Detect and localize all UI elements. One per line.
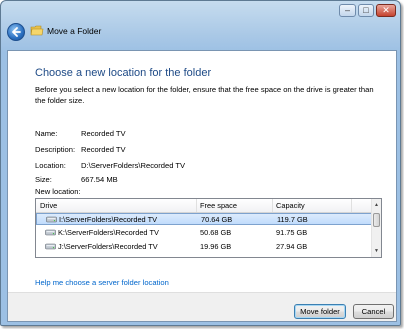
list-item[interactable]: J:\ServerFolders\Recorded TV 19.96 GB 27… bbox=[36, 241, 372, 253]
intro-text: Before you select a new location for the… bbox=[35, 85, 374, 105]
close-button[interactable]: ✕ bbox=[376, 4, 396, 17]
capacity: 27.94 GB bbox=[276, 242, 308, 251]
description-value: Recorded TV bbox=[81, 145, 126, 154]
description-label: Description: bbox=[35, 145, 76, 154]
cancel-button[interactable]: Cancel bbox=[353, 304, 394, 319]
scroll-thumb[interactable] bbox=[373, 213, 380, 227]
capacity: 119.7 GB bbox=[277, 215, 308, 224]
drive-icon bbox=[46, 216, 57, 223]
free-space: 70.64 GB bbox=[201, 215, 233, 224]
list-header: Drive Free space Capacity bbox=[36, 199, 372, 213]
name-value: Recorded TV bbox=[81, 129, 126, 138]
drive-path: J:\ServerFolders\Recorded TV bbox=[58, 242, 158, 251]
size-label: Size: bbox=[35, 175, 52, 184]
vertical-scrollbar[interactable]: ▲ ▼ bbox=[371, 199, 381, 257]
drive-path: I:\ServerFolders\Recorded TV bbox=[59, 215, 158, 224]
drive-icon bbox=[45, 229, 56, 236]
content-panel: Choose a new location for the folder Bef… bbox=[7, 50, 397, 322]
minimize-button[interactable]: – bbox=[339, 4, 356, 17]
window-title: Move a Folder bbox=[47, 26, 102, 36]
column-header-capacity[interactable]: Capacity bbox=[276, 201, 305, 210]
location-value: D:\ServerFolders\Recorded TV bbox=[81, 161, 186, 170]
scroll-up-icon[interactable]: ▲ bbox=[372, 201, 381, 209]
list-item[interactable]: K:\ServerFolders\Recorded TV 50.68 GB 91… bbox=[36, 227, 372, 239]
new-location-label: New location: bbox=[35, 187, 81, 196]
move-folder-window: – □ ✕ Move a Folder Choose a new locatio… bbox=[0, 0, 401, 326]
capacity: 91.75 GB bbox=[276, 228, 308, 237]
list-item[interactable]: I:\ServerFolders\Recorded TV 70.64 GB 11… bbox=[36, 213, 372, 225]
free-space: 19.96 GB bbox=[200, 242, 232, 251]
help-link[interactable]: Help me choose a server folder location bbox=[35, 278, 169, 287]
scroll-down-icon[interactable]: ▼ bbox=[372, 247, 381, 255]
maximize-button[interactable]: □ bbox=[358, 4, 374, 17]
back-button[interactable] bbox=[7, 23, 25, 41]
page-heading: Choose a new location for the folder bbox=[35, 67, 212, 79]
size-value: 667.54 MB bbox=[81, 175, 118, 184]
column-header-free-space[interactable]: Free space bbox=[200, 201, 237, 210]
drive-path: K:\ServerFolders\Recorded TV bbox=[58, 228, 159, 237]
back-arrow-icon bbox=[12, 27, 21, 37]
column-header-drive[interactable]: Drive bbox=[40, 201, 57, 210]
folder-icon bbox=[30, 25, 44, 36]
free-space: 50.68 GB bbox=[200, 228, 232, 237]
drive-list[interactable]: Drive Free space Capacity I:\ServerFolde… bbox=[35, 198, 382, 258]
move-folder-button[interactable]: Move folder bbox=[294, 304, 346, 319]
drive-icon bbox=[45, 243, 56, 250]
name-label: Name: bbox=[35, 129, 58, 138]
location-label: Location: bbox=[35, 161, 66, 170]
